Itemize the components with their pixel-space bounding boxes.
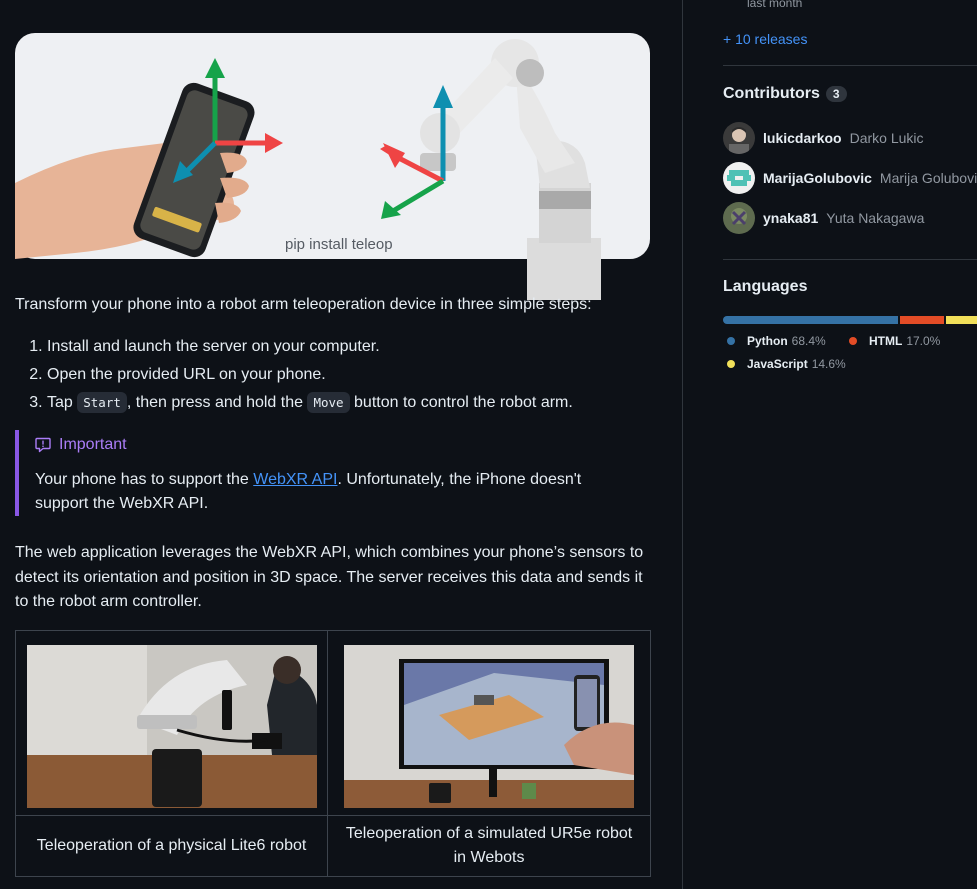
language-name: Python: [747, 334, 788, 348]
contributors-title: Contributors: [723, 85, 820, 102]
sidebar-divider: [682, 0, 683, 889]
contributors-count: 3: [825, 86, 847, 102]
language-bar-segment: [900, 316, 944, 324]
alert-title: Important: [35, 430, 655, 460]
avatar: [723, 162, 755, 194]
list-item: Open the provided URL on your phone.: [47, 361, 573, 389]
contributor-name: Marija Golubovic: [879, 170, 977, 186]
step-text: Open the provided URL on your phone.: [47, 366, 326, 383]
step-text: Tap: [47, 394, 73, 411]
language-name: HTML: [869, 334, 903, 348]
important-alert: Important Your phone has to support the …: [15, 430, 655, 516]
table-cell: Teleoperation of a physical Lite6 robot: [14, 815, 329, 877]
webxr-api-link[interactable]: WebXR API: [253, 471, 337, 488]
language-html[interactable]: HTML 17.0%: [849, 334, 940, 348]
table-cell: [327, 630, 651, 816]
caption-right: Teleoperation of a simulated UR5e robot …: [345, 825, 633, 866]
avatar: [723, 122, 755, 154]
release-date: last month: [747, 0, 803, 10]
html-dot-icon: [849, 337, 857, 345]
alert-body-text: Your phone has to support the: [35, 471, 249, 488]
languages-bar: [723, 316, 977, 324]
webots-simulation-photo: [344, 644, 635, 808]
language-name: JavaScript: [747, 357, 808, 371]
media-table: Teleoperation of a physical Lite6 robot …: [14, 630, 651, 877]
language-percent: 17.0%: [906, 334, 941, 348]
releases-link[interactable]: + 10 releases: [723, 31, 807, 47]
contributor-login: ynaka81: [763, 210, 819, 226]
language-bar-segment: [723, 316, 899, 324]
javascript-dot-icon: [727, 360, 735, 368]
caption-left: Teleoperation of a physical Lite6 robot: [36, 837, 307, 854]
language-bar-segment: [945, 316, 977, 324]
step-text: , then press and hold the: [126, 394, 304, 411]
python-dot-icon: [727, 337, 735, 345]
contributor-item[interactable]: lukicdarkoo Darko Lukic: [723, 122, 924, 154]
table-cell: [14, 630, 329, 816]
hero-graphic: pip install teleop: [15, 39, 601, 300]
contributor-login: lukicdarkoo: [763, 130, 842, 146]
languages-title: Languages: [723, 278, 808, 295]
language-python[interactable]: Python 68.4%: [727, 334, 826, 348]
alert-title-text: Important: [59, 436, 127, 453]
hero-illustration: pip install teleop: [15, 33, 650, 300]
languages-heading: Languages: [723, 278, 807, 296]
intro-text: Transform your phone into a robot arm te…: [15, 296, 592, 313]
language-javascript[interactable]: JavaScript 14.6%: [727, 357, 846, 371]
contributor-item[interactable]: ynaka81 Yuta Nakagawa: [723, 202, 924, 234]
contributor-name: Yuta Nakagawa: [826, 210, 925, 226]
contributor-item[interactable]: MarijaGolubovic Marija Golubovic: [723, 162, 977, 194]
contributor-login: MarijaGolubovic: [763, 170, 872, 186]
lite6-robot-photo: [26, 644, 317, 808]
alert-body: Your phone has to support the WebXR API.…: [35, 468, 605, 516]
language-percent: 14.6%: [811, 357, 846, 371]
list-item: Install and launch the server on your co…: [47, 333, 573, 361]
start-code: Start: [77, 392, 127, 413]
avatar: [723, 202, 755, 234]
contributors-heading[interactable]: Contributors 3: [723, 85, 847, 103]
language-percent: 68.4%: [791, 334, 826, 348]
steps-list: Install and launch the server on your co…: [15, 333, 573, 417]
description-paragraph: The web application leverages the WebXR …: [15, 544, 644, 610]
divider: [723, 65, 977, 66]
move-code: Move: [307, 392, 350, 413]
step-text: button to control the robot arm.: [354, 394, 573, 411]
report-icon: [35, 437, 51, 453]
list-item: Tap Start, then press and hold the Move …: [47, 389, 573, 417]
step-text: Install and launch the server on your co…: [47, 338, 380, 355]
contributor-name: Darko Lukic: [849, 130, 924, 146]
hero-caption: pip install teleop: [285, 236, 393, 253]
divider: [723, 259, 977, 260]
table-cell: Teleoperation of a simulated UR5e robot …: [327, 815, 651, 877]
